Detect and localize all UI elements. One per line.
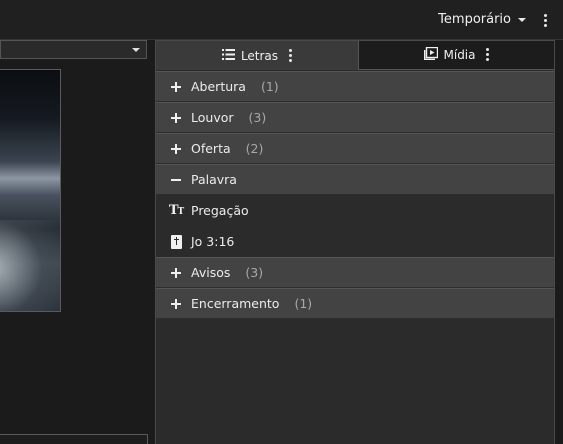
minus-icon[interactable] (171, 178, 181, 181)
section-label: Palavra (191, 172, 237, 187)
section-palavra[interactable]: Palavra (156, 164, 554, 195)
tab-letras-more-icon[interactable] (288, 48, 292, 63)
plus-icon[interactable] (171, 81, 181, 92)
service-panel: Letras Mídia Abertura (1) Louvor (3) Ofe… (155, 40, 555, 444)
schedule-title[interactable]: Temporário (438, 12, 511, 27)
item-label: Pregação (191, 203, 249, 218)
tab-midia-more-icon[interactable] (486, 48, 490, 62)
top-bar: Temporário (0, 0, 563, 40)
section-encerramento[interactable]: Encerramento (1) (156, 288, 554, 319)
section-count: (3) (248, 110, 267, 125)
section-count: (1) (260, 79, 279, 94)
list-item-jo-3-16[interactable]: Jo 3:16 (156, 226, 554, 257)
secondary-preview (0, 434, 148, 444)
section-label: Avisos (191, 265, 231, 280)
item-label: Jo 3:16 (191, 234, 235, 249)
caret-down-icon[interactable] (518, 18, 526, 22)
list-item-pregacao[interactable]: TT Pregação (156, 195, 554, 226)
plus-icon[interactable] (171, 267, 181, 278)
preview-image (0, 69, 61, 312)
section-label: Encerramento (191, 296, 280, 311)
tab-letras-label: Letras (240, 48, 279, 63)
section-abertura[interactable]: Abertura (1) (156, 71, 554, 102)
section-louvor[interactable]: Louvor (3) (156, 102, 554, 133)
more-vert-icon[interactable] (543, 14, 547, 28)
preview-highlight (0, 220, 60, 311)
section-label: Abertura (191, 79, 246, 94)
section-count: (3) (245, 265, 264, 280)
tab-midia[interactable]: Mídia (359, 41, 554, 70)
plus-icon[interactable] (171, 298, 181, 309)
section-count: (1) (294, 296, 313, 311)
section-list: Abertura (1) Louvor (3) Oferta (2) Palav… (156, 71, 554, 319)
media-icon (423, 46, 438, 63)
tab-letras[interactable]: Letras (156, 41, 359, 70)
source-select[interactable] (0, 40, 147, 59)
section-label: Louvor (191, 110, 234, 125)
text-icon: TT (168, 203, 184, 218)
section-label: Oferta (191, 141, 231, 156)
plus-icon[interactable] (171, 143, 181, 154)
plus-icon[interactable] (171, 112, 181, 123)
panel-tabs: Letras Mídia (156, 41, 554, 71)
list-icon (221, 48, 235, 63)
section-count: (2) (245, 141, 264, 156)
section-oferta[interactable]: Oferta (2) (156, 133, 554, 164)
section-avisos[interactable]: Avisos (3) (156, 257, 554, 288)
tab-midia-label: Mídia (443, 48, 476, 62)
app-window: Temporário Letras Mídia Abertura (1) Lou… (0, 0, 563, 444)
chevron-down-icon[interactable] (132, 48, 140, 52)
bible-icon (170, 234, 182, 249)
